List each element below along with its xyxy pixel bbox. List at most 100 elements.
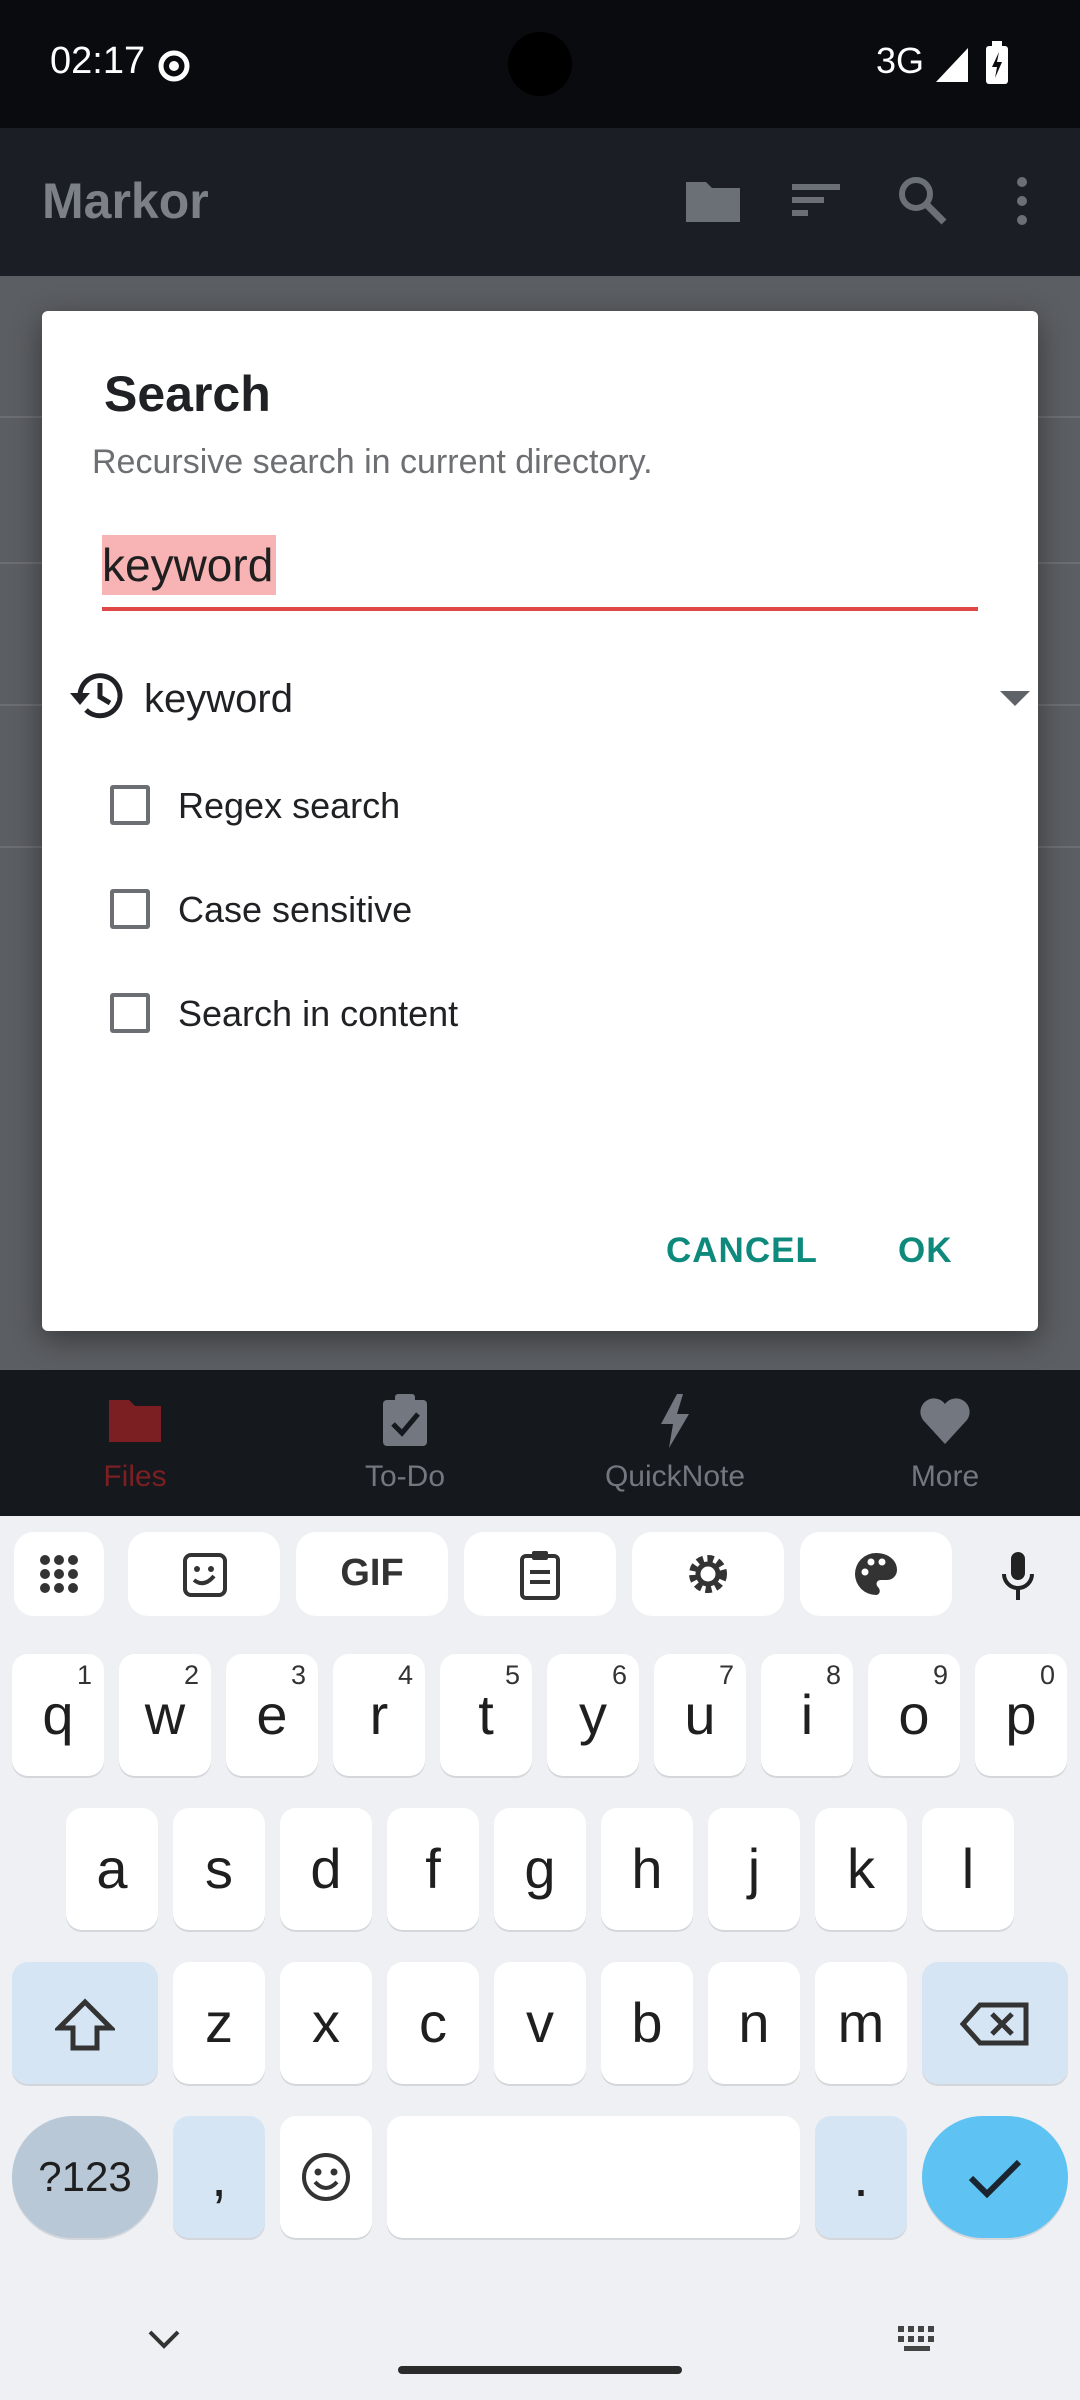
ok-button[interactable]: OK xyxy=(898,1231,953,1271)
settings-gear-icon xyxy=(158,50,190,82)
comma-key[interactable]: , xyxy=(173,2116,265,2238)
keyboard-switch-icon[interactable] xyxy=(896,2324,942,2354)
case-sensitive-label: Case sensitive xyxy=(178,889,413,930)
key-i[interactable]: i8 xyxy=(761,1654,853,1776)
emoji-icon xyxy=(302,2153,350,2201)
nav-label-quicknote: QuickNote xyxy=(604,1460,746,1493)
app-bar: Markor xyxy=(0,128,1080,276)
regex-checkbox[interactable] xyxy=(110,785,150,825)
key-d[interactable]: d xyxy=(280,1808,372,1930)
key-a[interactable]: a xyxy=(66,1808,158,1930)
key-m[interactable]: m xyxy=(815,1962,907,2084)
sticker-icon xyxy=(183,1553,227,1597)
key-label: i xyxy=(800,1683,814,1746)
enter-key[interactable] xyxy=(922,2116,1068,2238)
key-k[interactable]: k xyxy=(815,1808,907,1930)
key-z[interactable]: z xyxy=(173,1962,265,2084)
backspace-icon xyxy=(960,2002,1029,2046)
app-title: Markor xyxy=(42,173,209,229)
grid-icon xyxy=(40,1555,78,1593)
case-sensitive-checkbox[interactable] xyxy=(110,889,150,929)
nav-item-files[interactable]: Files xyxy=(0,1370,270,1516)
sticker-button[interactable] xyxy=(128,1532,280,1616)
gif-button[interactable]: GIF xyxy=(296,1532,448,1616)
palette-icon xyxy=(854,1553,897,1595)
key-o[interactable]: o9 xyxy=(868,1654,960,1776)
key-hint: 7 xyxy=(718,1660,734,1690)
key-e[interactable]: e3 xyxy=(226,1654,318,1776)
option-regex-search[interactable]: Regex search xyxy=(110,769,910,849)
key-r[interactable]: r4 xyxy=(333,1654,425,1776)
gear-icon xyxy=(689,1555,727,1593)
key-s[interactable]: s xyxy=(173,1808,265,1930)
clipboard-button[interactable] xyxy=(464,1532,616,1616)
key-hint: 3 xyxy=(290,1660,306,1690)
nav-label-more: More xyxy=(910,1460,980,1493)
heart-icon xyxy=(920,1398,970,1444)
keyboard-settings-button[interactable] xyxy=(632,1532,784,1616)
key-c[interactable]: c xyxy=(387,1962,479,2084)
key-u[interactable]: u7 xyxy=(654,1654,746,1776)
key-g[interactable]: g xyxy=(494,1808,586,1930)
key-hint: 4 xyxy=(397,1660,413,1690)
keyboard-apps-button[interactable] xyxy=(14,1532,104,1616)
cancel-button[interactable]: CANCEL xyxy=(666,1231,818,1271)
key-l[interactable]: l xyxy=(922,1808,1014,1930)
key-n[interactable]: n xyxy=(708,1962,800,2084)
sort-icon[interactable] xyxy=(790,178,842,222)
key-y[interactable]: y6 xyxy=(547,1654,639,1776)
key-b[interactable]: b xyxy=(601,1962,693,2084)
period-key[interactable]: . xyxy=(815,2116,907,2238)
key-label: w xyxy=(144,1683,186,1746)
key-q[interactable]: q1 xyxy=(12,1654,104,1776)
todo-clipboard-icon xyxy=(383,1394,427,1446)
key-x[interactable]: x xyxy=(280,1962,372,2084)
clipboard-icon xyxy=(520,1551,560,1600)
space-key[interactable] xyxy=(387,2116,800,2238)
search-history-dropdown[interactable]: keyword xyxy=(68,659,1030,739)
battery-icon xyxy=(986,41,1008,84)
theme-button[interactable] xyxy=(800,1532,952,1616)
key-w[interactable]: w2 xyxy=(119,1654,211,1776)
hide-keyboard-icon[interactable] xyxy=(146,2328,182,2350)
key-label: r xyxy=(369,1683,389,1746)
nav-label-todo: To-Do xyxy=(364,1460,446,1493)
option-search-in-content[interactable]: Search in content xyxy=(110,977,910,1057)
shift-key[interactable] xyxy=(12,1962,158,2084)
key-hint: 1 xyxy=(76,1660,92,1690)
microphone-icon[interactable] xyxy=(1000,1550,1036,1602)
key-v[interactable]: v xyxy=(494,1962,586,2084)
key-hint: 8 xyxy=(825,1660,841,1690)
key-p[interactable]: p0 xyxy=(975,1654,1067,1776)
backspace-key[interactable] xyxy=(922,1962,1068,2084)
key-h[interactable]: h xyxy=(601,1808,693,1930)
key-f[interactable]: f xyxy=(387,1808,479,1930)
nav-label-files: Files xyxy=(103,1460,167,1493)
key-hint: 2 xyxy=(183,1660,199,1690)
key-t[interactable]: t5 xyxy=(440,1654,532,1776)
folder-icon xyxy=(109,1400,161,1442)
search-input[interactable] xyxy=(102,535,962,595)
regex-label: Regex search xyxy=(178,785,401,826)
checkmark-icon xyxy=(968,2159,1022,2198)
signal-icon xyxy=(936,48,968,82)
dialog-title: Search xyxy=(104,366,271,422)
symbols-key[interactable]: ?123 xyxy=(12,2116,158,2238)
more-vert-icon[interactable] xyxy=(1010,174,1034,228)
nav-item-more[interactable]: More xyxy=(810,1370,1080,1516)
camera-cutout xyxy=(508,32,572,96)
nav-item-quicknote[interactable]: QuickNote xyxy=(540,1370,810,1516)
option-case-sensitive[interactable]: Case sensitive xyxy=(110,873,910,953)
key-j[interactable]: j xyxy=(708,1808,800,1930)
search-icon[interactable] xyxy=(896,174,948,226)
home-gesture-bar[interactable] xyxy=(398,2366,682,2374)
key-label: t xyxy=(478,1683,494,1746)
network-type: 3G xyxy=(876,40,925,81)
gif-icon: GIF xyxy=(340,1552,404,1594)
folder-icon[interactable] xyxy=(684,176,742,224)
status-time: 02:17 xyxy=(50,40,146,82)
search-in-content-checkbox[interactable] xyxy=(110,993,150,1033)
emoji-key[interactable] xyxy=(280,2116,372,2238)
key-hint: 5 xyxy=(504,1660,520,1690)
nav-item-todo[interactable]: To-Do xyxy=(270,1370,540,1516)
